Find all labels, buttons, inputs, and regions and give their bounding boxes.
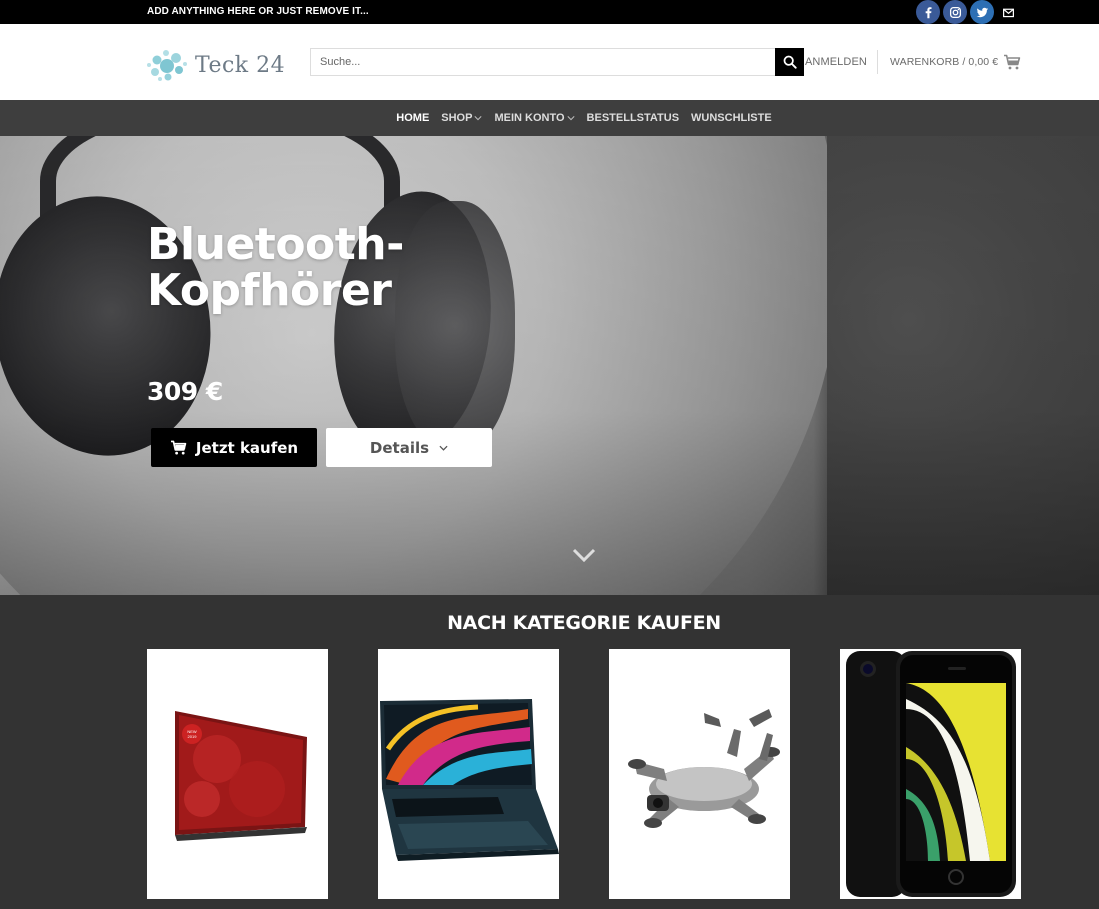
logo-text: Teck 24: [195, 52, 286, 78]
hero-banner: [0, 136, 1099, 595]
search-input[interactable]: [311, 49, 775, 75]
site-logo[interactable]: Teck 24: [146, 45, 286, 85]
category-section: NACH KATEGORIE KAUFEN NEW 2019: [0, 595, 1099, 909]
nav-item-label: HOME: [396, 112, 430, 124]
facebook-icon[interactable]: [916, 0, 940, 24]
category-section-title: NACH KATEGORIE KAUFEN: [447, 612, 721, 634]
nav-item-label: MEIN KONTO: [494, 112, 565, 124]
tv-image: NEW 2019: [147, 649, 328, 899]
topbar-message: ADD ANYTHING HERE OR JUST REMOVE IT...: [147, 6, 369, 17]
category-card-tv[interactable]: NEW 2019: [147, 649, 328, 899]
cart-label: WARENKORB / 0,00 €: [890, 56, 999, 68]
hero-price: 309 €: [147, 377, 223, 406]
hero-title-line: Bluetooth-: [147, 219, 404, 270]
category-card-drone[interactable]: [609, 649, 790, 899]
scroll-down-button[interactable]: [571, 544, 597, 566]
cart-link[interactable]: WARENKORB / 0,00 €: [890, 54, 1021, 70]
chevron-down-icon: [566, 116, 575, 121]
nav-items: HOME SHOP MEIN KONTO BESTELLSTATUS WUNSCHLIS…: [0, 100, 1099, 136]
hero-title: Bluetooth- Kopfhörer: [147, 222, 404, 314]
buy-now-button[interactable]: Jetzt kaufen: [151, 428, 317, 467]
nav-item-wunschliste[interactable]: WUNSCHLISTE: [691, 112, 772, 124]
chevron-down-icon: [439, 445, 448, 451]
nav-item-mein-konto[interactable]: MEIN KONTO: [494, 112, 575, 124]
hero-title-line: Kopfhörer: [147, 265, 392, 316]
nav-item-bestellstatus[interactable]: BESTELLSTATUS: [587, 112, 679, 124]
nav-item-label: WUNSCHLISTE: [691, 112, 772, 124]
nav-item-label: BESTELLSTATUS: [586, 112, 680, 124]
svg-text:2019: 2019: [188, 734, 198, 739]
details-label: Details: [369, 438, 430, 457]
twitter-icon[interactable]: [970, 0, 994, 24]
cart-icon: [1004, 54, 1021, 70]
main-nav: HOME SHOP MEIN KONTO BESTELLSTATUS WUNSCHLIS…: [0, 100, 1099, 136]
hero-overlay: [0, 136, 1099, 595]
cart-icon: [170, 440, 187, 455]
search-icon: [783, 55, 797, 69]
nav-item-home[interactable]: HOME: [396, 112, 429, 124]
details-button[interactable]: Details: [326, 428, 492, 467]
chevron-down-icon: [474, 116, 483, 121]
category-card-laptop[interactable]: [378, 649, 559, 899]
search-button[interactable]: [775, 48, 804, 76]
smartphone-image: [840, 649, 1021, 899]
drone-image: [609, 649, 790, 899]
laptop-image: [378, 649, 559, 899]
logo-icon: [147, 50, 187, 81]
login-link[interactable]: ANMELDEN: [805, 56, 867, 68]
nav-item-shop[interactable]: SHOP: [441, 112, 483, 124]
top-bar: ADD ANYTHING HERE OR JUST REMOVE IT...: [0, 0, 1099, 24]
search-form: [310, 48, 804, 76]
buy-now-label: Jetzt kaufen: [195, 438, 299, 457]
chevron-down-icon: [572, 548, 596, 562]
header-divider: [877, 50, 878, 74]
site-header: Teck 24 ANMELDEN WARENKORB / 0,00 €: [0, 24, 1099, 100]
instagram-icon[interactable]: [943, 0, 967, 24]
category-card-smartphone[interactable]: [840, 649, 1021, 899]
nav-item-label: SHOP: [441, 112, 473, 124]
mail-icon[interactable]: [997, 0, 1019, 24]
